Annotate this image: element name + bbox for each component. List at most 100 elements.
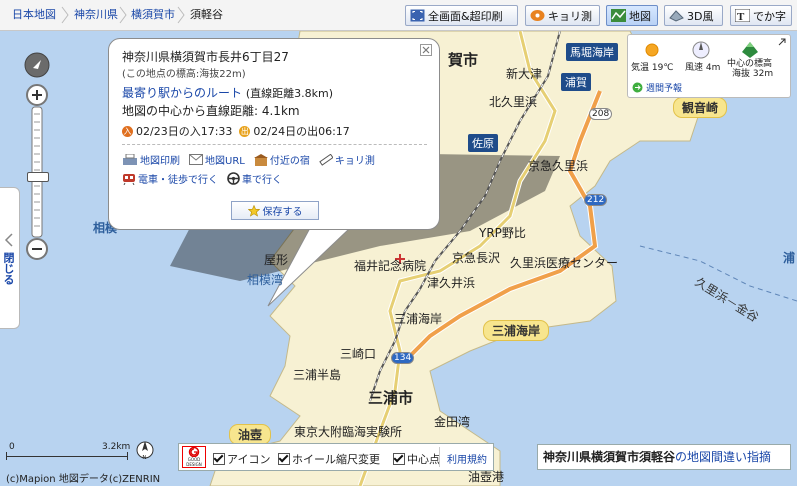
center-distance: 地図の中心から直線距離: 4.1km [122, 104, 300, 118]
breadcrumb-separator-icon [177, 6, 185, 24]
town-label: 福井記念病院 [354, 259, 427, 273]
train-icon [123, 173, 135, 185]
sun-times-row: 入 02/23日の入17:33 出 02/24日の出06:17 [122, 123, 350, 139]
station-label[interactable]: YRP野比 [479, 224, 526, 241]
zoom-control [24, 52, 50, 264]
center-point-toggle[interactable]: 中心点 [393, 451, 440, 467]
zoom-out-button[interactable] [27, 239, 47, 259]
sea-label: 相模湾 [247, 273, 284, 287]
town-label: 北久里浜 [489, 95, 538, 109]
train-walk-link[interactable]: 電車・徒歩で行く [122, 171, 218, 186]
town-label: 新大津 [506, 67, 543, 81]
fullscreen-print-button[interactable]: 全画面&超印刷 [405, 5, 518, 26]
copyright: (c)Mapion 地図データ(c)ZENRIN [6, 474, 161, 485]
address-error-report-box: 神奈川県横須賀市須軽谷の地図間違い指摘 [537, 444, 791, 470]
report-map-error-link[interactable]: の地図間違い指摘 [675, 450, 771, 464]
station-label[interactable]: 津久井浜 [427, 274, 475, 291]
station-label[interactable]: 三浦海岸 [394, 310, 442, 327]
road-shield: 212 [584, 194, 608, 206]
star-icon [247, 204, 260, 217]
temperature: 気温 19℃ [631, 63, 674, 73]
station-label[interactable]: 京急久里浜 [528, 157, 588, 174]
save-label: 保存する [262, 207, 303, 218]
print-map-link[interactable]: 地図印刷 [122, 152, 180, 167]
big-text-button[interactable]: T でか字 [730, 5, 792, 26]
zoom-in-button[interactable] [27, 85, 47, 105]
fullscreen-icon [410, 9, 425, 22]
station-label[interactable]: 浦賀 [561, 73, 591, 91]
scale-start: 0 [9, 442, 15, 452]
station-label[interactable]: 京急長沢 [452, 249, 500, 266]
3d-mode-button[interactable]: 3D風 [664, 5, 723, 26]
mail-icon [189, 154, 203, 165]
zoom-slider-handle[interactable] [27, 172, 49, 182]
area-label: 三浦海岸 [483, 320, 550, 341]
map-mode-button[interactable]: 地図 [606, 5, 658, 26]
center-elevation: 海抜 32m [732, 69, 774, 79]
sunset-icon: 入 [122, 125, 133, 137]
popup-route-row: 最寄り駅からのルート (直線距離3.8km) [122, 84, 333, 101]
kyorisoku-button[interactable]: キョリ測 [525, 5, 600, 26]
3d-view-icon [669, 10, 684, 22]
map-url-link[interactable]: 地図URL [189, 152, 245, 167]
expand-arrow-icon[interactable] [778, 38, 786, 46]
wheel-zoom-checkbox[interactable] [278, 453, 290, 465]
fullscreen-label: 全画面&超印刷 [428, 9, 503, 23]
icon-toggle-label: アイコン [227, 453, 271, 466]
popup-elevation: (この地点の標高:海抜22m) [122, 69, 246, 80]
breadcrumb-japan[interactable]: 日本地図 [12, 0, 56, 30]
scale-label: 3.2km [102, 442, 131, 452]
popup-actions-row-1: 地図印刷 地図URL 付近の宿 キョリ測 [122, 152, 375, 167]
popup-kyorisoku-link[interactable]: キョリ測 [319, 152, 375, 167]
city-label-yokosuka: 賀市 [448, 51, 479, 69]
road-shield: 134 [391, 352, 415, 364]
side-panel-toggle[interactable]: 閉じる [0, 187, 20, 329]
sun-icon [645, 43, 659, 57]
breadcrumb-kanagawa[interactable]: 神奈川県 [74, 0, 118, 30]
terms-link[interactable]: 利用規約 [447, 451, 487, 466]
ruler-icon [319, 153, 333, 166]
popup-address: 神奈川県横須賀市長井6丁目27 [122, 50, 289, 64]
station-label[interactable]: 馬堀海岸 [566, 43, 618, 61]
area-label: 観音崎 [673, 97, 728, 118]
weekly-forecast-label: 週間予報 [646, 84, 683, 94]
chevron-left-icon [4, 233, 13, 247]
svg-text:N: N [143, 455, 147, 460]
wheel-zoom-label: ホイール縮尺変更 [292, 453, 380, 466]
car-label: 車で行く [242, 175, 282, 186]
town-label: 屋形 [264, 253, 289, 267]
nearby-inn-link[interactable]: 付近の宿 [253, 152, 310, 167]
top-bar: 日本地図 神奈川県 横須賀市 須軽谷 全画面&超印刷 キョリ測 地図 3D風 T… [0, 0, 797, 31]
save-button[interactable]: 保存する [231, 201, 319, 220]
road-shield: 208 [589, 108, 613, 120]
map-icon [611, 9, 626, 22]
car-link[interactable]: 車で行く [227, 171, 282, 186]
arrow-circle-icon [632, 82, 643, 93]
center-point-checkbox[interactable] [393, 453, 405, 465]
breadcrumb-current: 須軽谷 [190, 8, 223, 21]
pan-button[interactable] [25, 52, 49, 77]
town-label: 金田湾 [434, 415, 471, 429]
map-options-bar: GOOD DESIGN アイコン ホイール縮尺変更 中心点 利用規約 [178, 443, 494, 471]
wheel-zoom-toggle[interactable]: ホイール縮尺変更 [278, 451, 380, 467]
train-walk-label: 電車・徒歩で行く [138, 175, 218, 186]
route-link[interactable]: 最寄り駅からのルート [122, 86, 242, 100]
breadcrumb-yokosuka[interactable]: 横須賀市 [131, 0, 175, 30]
svg-text:T: T [737, 11, 745, 22]
current-address: 神奈川県横須賀市須軽谷 [543, 450, 676, 464]
inn-icon [253, 153, 268, 166]
breadcrumb-separator-icon [61, 6, 69, 24]
weekly-forecast-link[interactable]: 週間予報 [632, 81, 682, 94]
station-label[interactable]: 佐原 [468, 134, 498, 152]
side-panel-close-label: 閉じる [2, 252, 15, 285]
wind-speed: 風速 4m [685, 63, 721, 73]
north-compass-icon: N [136, 441, 154, 460]
good-design-line-2: DESIGN [186, 462, 202, 467]
icon-toggle[interactable]: アイコン [213, 451, 270, 467]
good-design-text: GOOD DESIGN [183, 457, 205, 467]
station-label[interactable]: 三崎口 [340, 345, 376, 362]
good-design-badge[interactable]: GOOD DESIGN [182, 446, 206, 468]
icon-checkbox[interactable] [213, 453, 225, 465]
sunset-time: 02/23日の入17:33 [136, 125, 233, 138]
close-icon[interactable] [420, 44, 432, 56]
